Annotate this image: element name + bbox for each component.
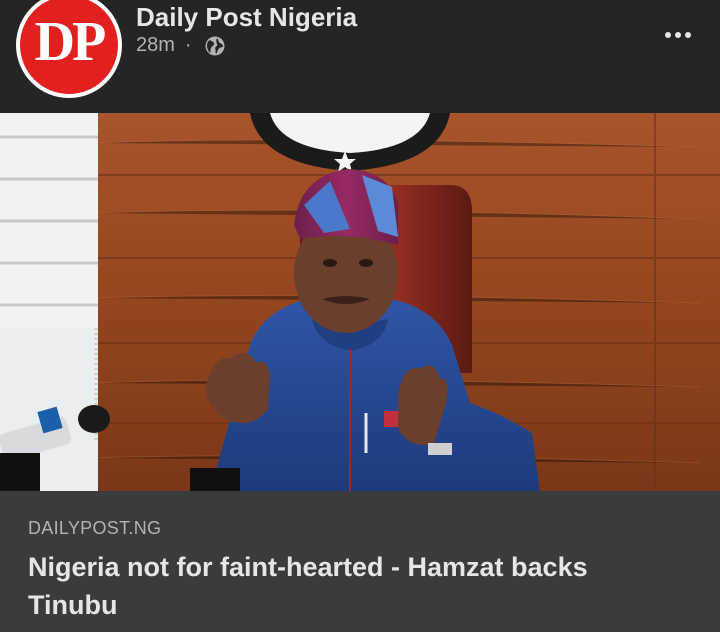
more-options-button[interactable] — [654, 20, 702, 50]
post-timestamp[interactable]: 28m — [136, 34, 175, 57]
avatar-logo-text: DP — [34, 11, 107, 73]
meta-separator: · — [184, 34, 192, 56]
link-preview-card[interactable]: DAILYPOST.NG Nigeria not for faint-heart… — [0, 491, 720, 632]
wrist-watch — [428, 443, 452, 455]
post-photo[interactable] — [0, 113, 720, 491]
facebook-post: DP Daily Post Nigeria 28m · DAILYPOST.NG… — [0, 0, 720, 632]
post-meta: 28m · — [136, 34, 226, 57]
link-domain: DAILYPOST.NG — [28, 518, 162, 538]
page-name[interactable]: Daily Post Nigeria — [136, 2, 357, 33]
more-horizontal-icon — [665, 32, 671, 38]
link-title[interactable]: Nigeria not for faint-hearted - Hamzat b… — [28, 548, 668, 624]
post-header: DP Daily Post Nigeria 28m · — [0, 0, 720, 113]
globe-icon[interactable] — [204, 35, 226, 57]
page-avatar[interactable]: DP — [16, 0, 122, 98]
